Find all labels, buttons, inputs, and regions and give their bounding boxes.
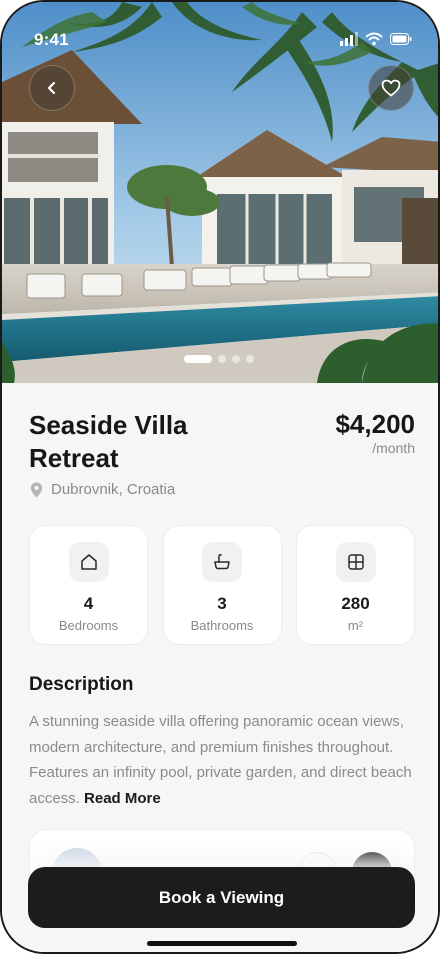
stat-value: 280	[341, 594, 370, 613]
pagination-dot[interactable]	[246, 355, 254, 363]
status-bar: 9:41	[2, 2, 438, 72]
stat-card-area: 280 m²	[296, 525, 415, 645]
location-pin-icon	[30, 482, 43, 497]
back-button[interactable]	[29, 65, 75, 111]
favorite-button[interactable]	[368, 65, 414, 111]
read-more-link[interactable]: Read More	[84, 790, 161, 807]
battery-icon	[390, 33, 412, 45]
home-glyph	[80, 554, 97, 570]
property-location: Dubrovnik, Croatia	[30, 481, 175, 498]
property-photo[interactable]: 9:41	[2, 2, 438, 383]
description-heading: Description	[29, 674, 134, 695]
title-row: Seaside Villa Retreat $4,200 /month	[29, 409, 415, 475]
description-text: A stunning seaside villa offering panora…	[29, 709, 417, 811]
price-block: $4,200 /month	[335, 409, 415, 475]
area-grid-icon	[335, 542, 376, 582]
stat-label: Bathrooms	[190, 618, 254, 633]
stat-value: 3	[217, 594, 227, 613]
property-stats: 4 Bedrooms 3 Bathrooms 280 m²	[29, 525, 415, 645]
bathtub-icon	[202, 542, 242, 582]
stat-label: m²	[347, 618, 364, 633]
signal-icon	[340, 32, 358, 46]
wifi-icon	[365, 32, 383, 46]
phone-screen: 9:41 Seaside Villa Retreat $4,200 /month…	[0, 0, 440, 954]
stat-card-bedrooms: 4 Bedrooms	[29, 525, 148, 645]
gallery-pagination	[184, 355, 254, 363]
property-details: Seaside Villa Retreat $4,200 /month Dubr…	[2, 383, 438, 952]
book-viewing-button[interactable]: Book a Viewing	[28, 867, 415, 928]
home-indicator	[147, 941, 297, 946]
bathtub-glyph	[214, 554, 230, 570]
property-price: $4,200	[335, 409, 415, 439]
stat-label: Bedrooms	[58, 618, 119, 633]
price-period: /month	[372, 440, 415, 456]
stat-card-bathrooms: 3 Bathrooms	[162, 525, 282, 645]
status-time: 9:41	[34, 30, 69, 49]
home-icon	[68, 542, 109, 582]
heart-icon	[381, 79, 401, 97]
pagination-dot[interactable]	[218, 355, 226, 363]
status-icons	[340, 32, 412, 46]
property-title: Seaside Villa Retreat	[29, 410, 188, 473]
location-text: Dubrovnik, Croatia	[51, 481, 176, 498]
pagination-dot-active[interactable]	[184, 355, 212, 363]
stat-value: 4	[83, 594, 94, 613]
pagination-dot[interactable]	[232, 355, 240, 363]
grid-glyph	[347, 554, 364, 570]
chevron-left-icon	[47, 81, 56, 95]
